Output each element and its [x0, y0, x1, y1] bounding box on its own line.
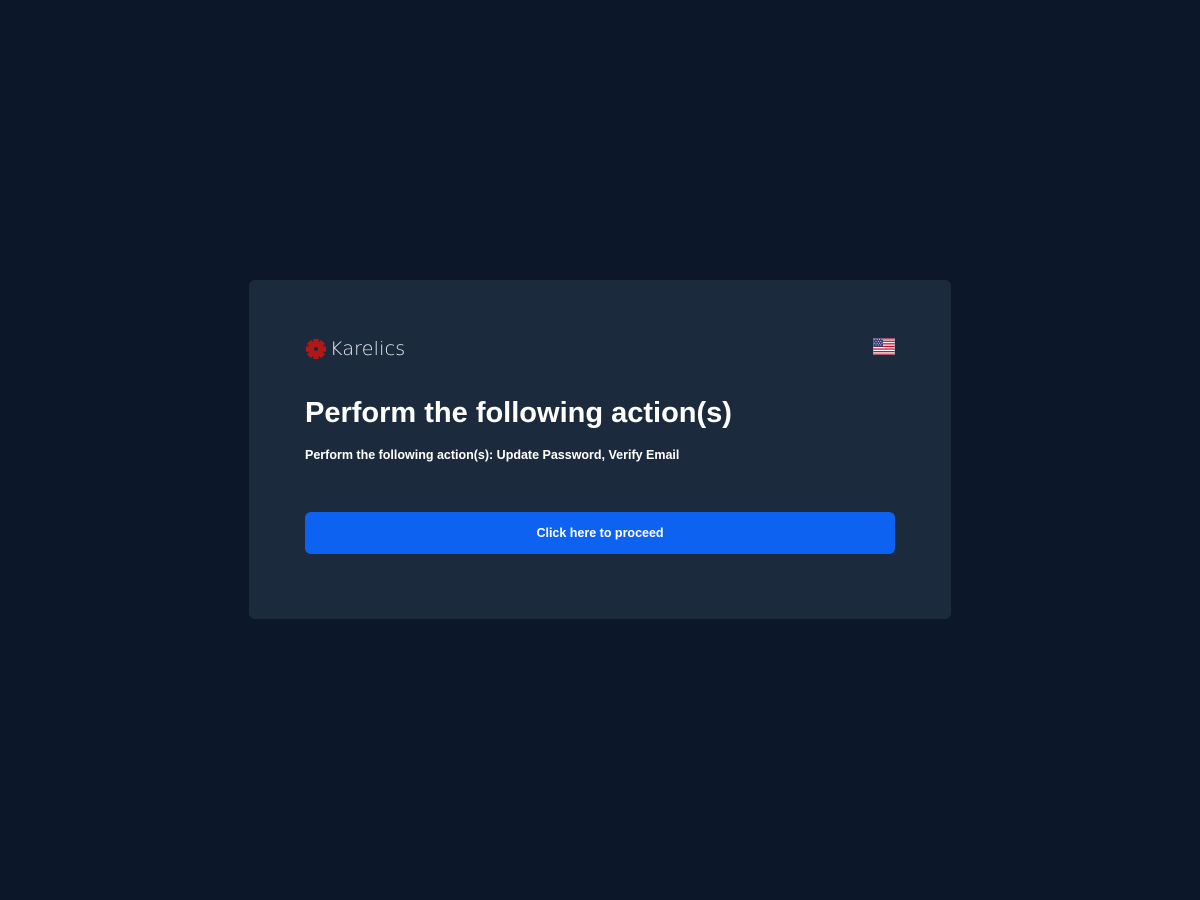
- karelics-star-icon: [305, 338, 327, 360]
- card-header: Karelics: [305, 336, 895, 362]
- us-flag-icon[interactable]: [873, 338, 895, 355]
- brand-name: Karelics: [330, 338, 406, 360]
- page-title: Perform the following action(s): [305, 397, 732, 429]
- proceed-button[interactable]: Click here to proceed: [305, 512, 895, 554]
- login-card: Karelics Perform the following action(s)…: [249, 280, 951, 619]
- brand-logo: Karelics: [305, 336, 405, 362]
- required-actions-message: Perform the following action(s): Update …: [305, 448, 680, 462]
